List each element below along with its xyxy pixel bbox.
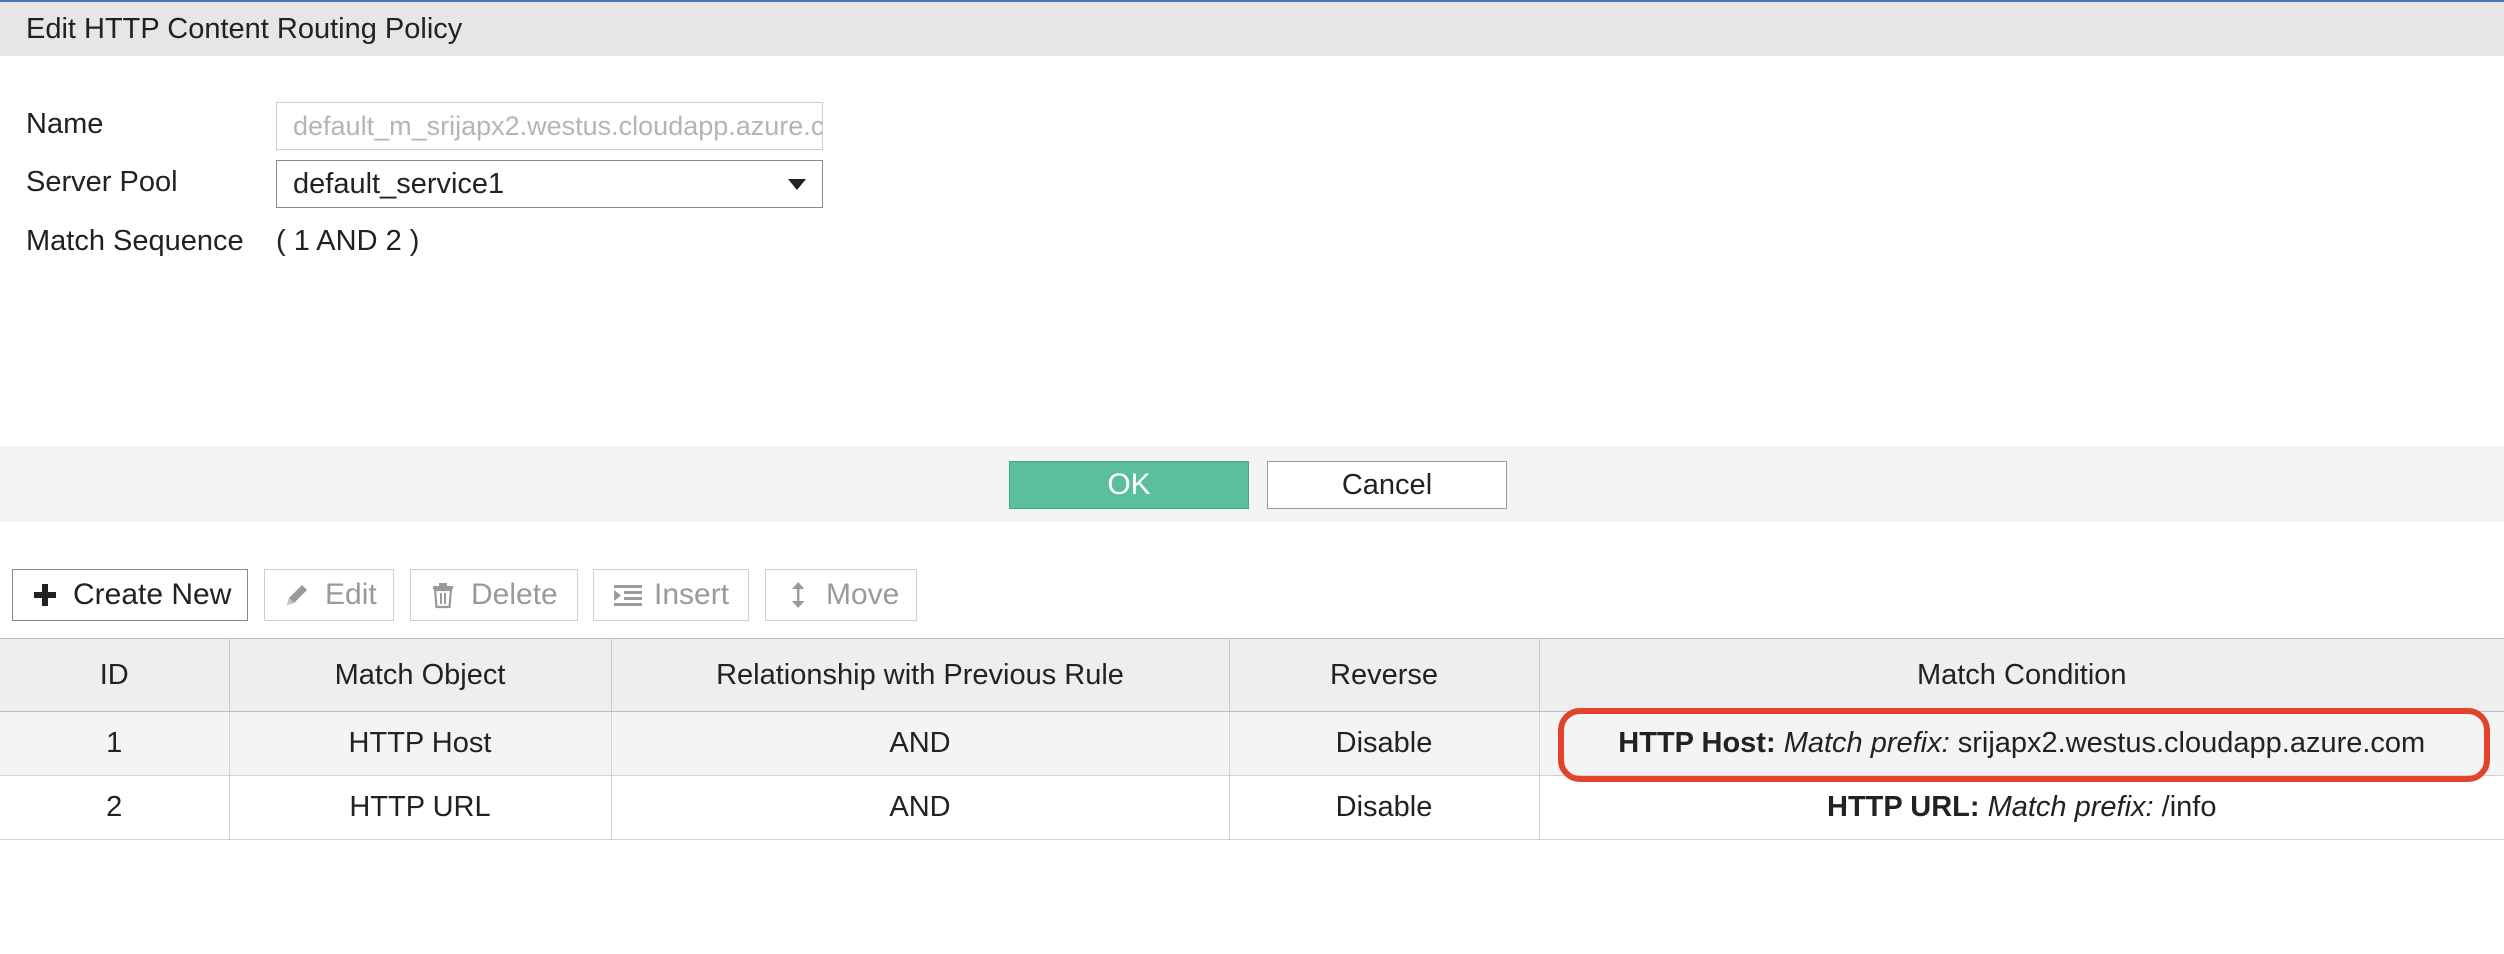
move-label: Move [826, 578, 900, 611]
ok-button[interactable]: OK [1009, 461, 1249, 509]
insert-label: Insert [654, 578, 730, 611]
edit-label: Edit [325, 578, 377, 611]
plus-icon [31, 581, 59, 609]
delete-label: Delete [471, 578, 558, 611]
condition-key: HTTP URL: [1827, 791, 1980, 823]
condition-key: HTTP Host: [1618, 727, 1776, 759]
column-header-match-object[interactable]: Match Object [229, 638, 612, 712]
condition-operator: Match prefix: [1987, 791, 2162, 823]
dialog-button-bar [0, 446, 2504, 522]
table-row[interactable]: 1 HTTP Host AND Disable HTTP Host: Match… [0, 711, 2504, 776]
cell-relationship: AND [611, 711, 1230, 776]
server-pool-label: Server Pool [26, 166, 178, 198]
column-header-reverse[interactable]: Reverse [1229, 638, 1540, 712]
cell-match-object: HTTP Host [229, 711, 612, 776]
column-header-match-condition[interactable]: Match Condition [1539, 638, 2504, 712]
delete-button[interactable]: Delete [410, 569, 578, 621]
table-row[interactable]: 2 HTTP URL AND Disable HTTP URL: Match p… [0, 775, 2504, 840]
cell-match-condition: HTTP URL: Match prefix: /info [1539, 775, 2504, 840]
move-vertical-icon [784, 581, 812, 609]
insert-icon [612, 581, 642, 609]
create-new-button[interactable]: Create New [12, 569, 248, 621]
match-sequence-value: ( 1 AND 2 ) [276, 225, 420, 257]
rules-table: ID Match Object Relationship with Previo… [0, 638, 2504, 840]
cell-relationship: AND [611, 775, 1230, 840]
move-button[interactable]: Move [765, 569, 917, 621]
edit-button[interactable]: Edit [264, 569, 394, 621]
table-header-row: ID Match Object Relationship with Previo… [0, 638, 2504, 712]
chevron-down-icon [788, 179, 806, 190]
dialog-title: Edit HTTP Content Routing Policy [0, 0, 2504, 56]
cell-match-condition: HTTP Host: Match prefix: srijapx2.westus… [1539, 711, 2504, 776]
server-pool-select[interactable]: default_service1 [276, 160, 823, 208]
cell-reverse: Disable [1229, 711, 1540, 776]
cell-id: 1 [0, 711, 230, 776]
match-sequence-label: Match Sequence [26, 225, 244, 257]
pencil-icon [283, 581, 311, 609]
cell-match-object: HTTP URL [229, 775, 612, 840]
column-header-id[interactable]: ID [0, 638, 230, 712]
condition-value: srijapx2.westus.cloudapp.azure.com [1957, 727, 2426, 759]
condition-operator: Match prefix: [1783, 727, 1958, 759]
column-header-relationship[interactable]: Relationship with Previous Rule [611, 638, 1230, 712]
condition-value: /info [2161, 791, 2217, 823]
create-new-label: Create New [73, 578, 232, 611]
cancel-button[interactable]: Cancel [1267, 461, 1507, 509]
name-label: Name [26, 108, 104, 140]
insert-button[interactable]: Insert [593, 569, 749, 621]
name-field[interactable]: default_m_srijapx2.westus.cloudapp.azure… [276, 102, 823, 150]
server-pool-value: default_service1 [293, 168, 505, 200]
trash-icon [429, 581, 457, 609]
cell-id: 2 [0, 775, 230, 840]
cell-reverse: Disable [1229, 775, 1540, 840]
